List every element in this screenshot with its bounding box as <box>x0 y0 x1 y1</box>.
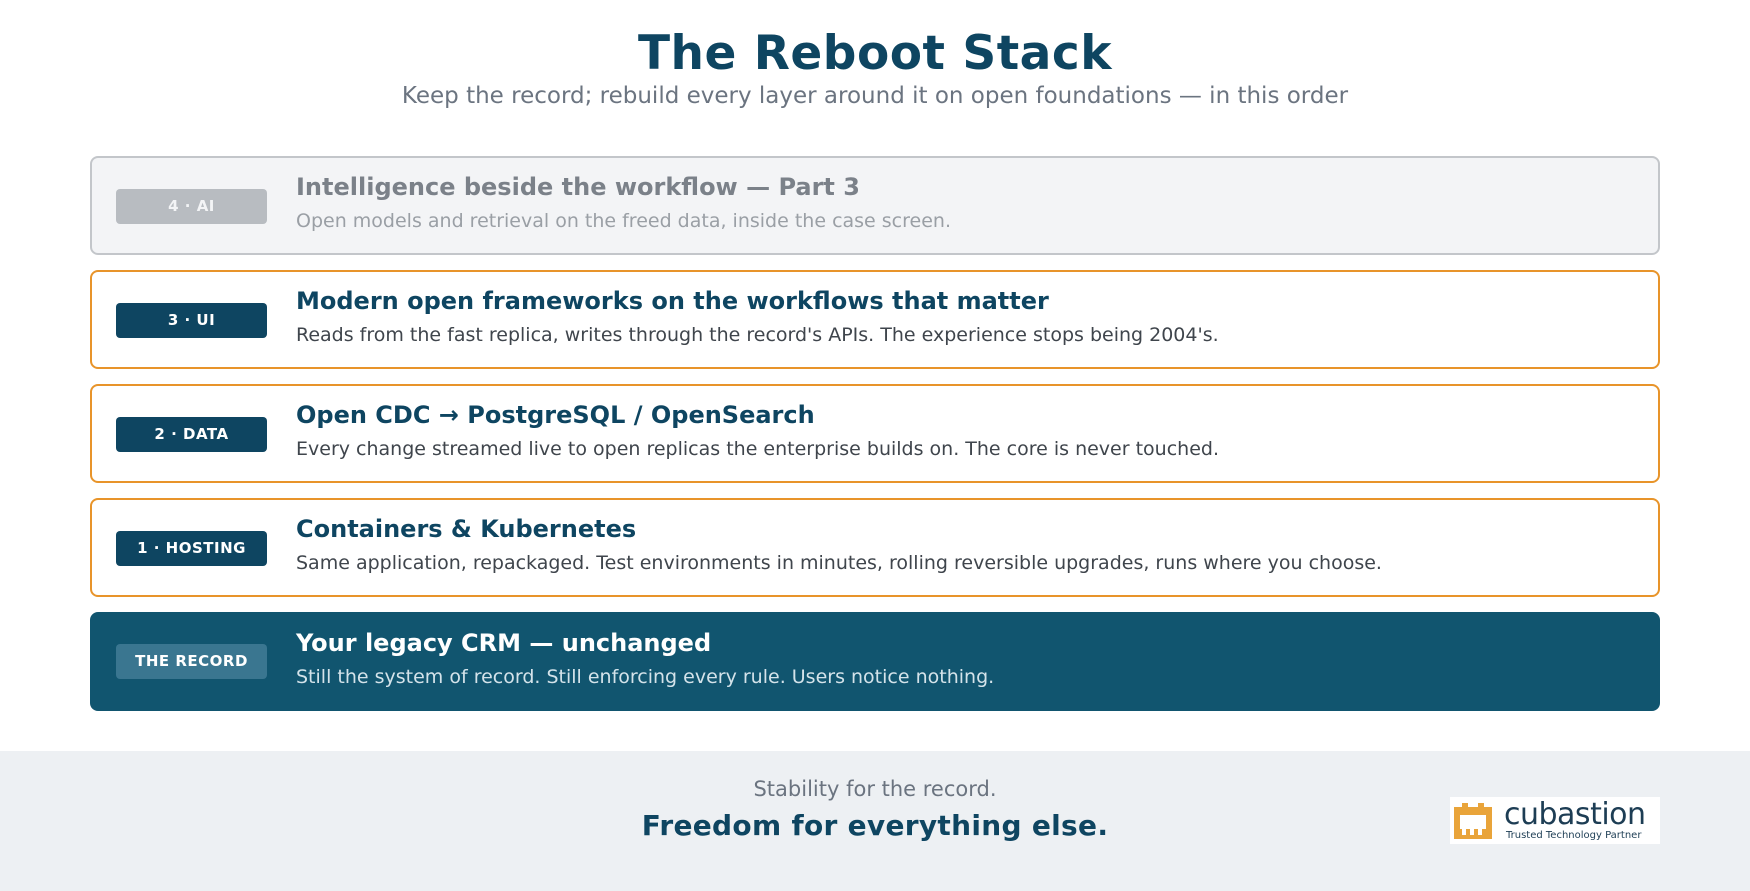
layer-description: Reads from the fast replica, writes thro… <box>296 324 1219 346</box>
layer-hosting: 1 · HOSTING Containers & Kubernetes Same… <box>90 498 1660 597</box>
layer-title: Your legacy CRM — unchanged <box>296 629 712 657</box>
layer-description: Open models and retrieval on the freed d… <box>296 210 951 232</box>
layer-description: Every change streamed live to open repli… <box>296 438 1219 460</box>
page-title: The Reboot Stack <box>637 26 1113 81</box>
company-logo: cubastion Trusted Technology Partner <box>1450 797 1660 844</box>
layer-description: Same application, repackaged. Test envir… <box>296 552 1382 574</box>
layer-ui: 3 · UI Modern open frameworks on the wor… <box>90 270 1660 369</box>
layer-record: THE RECORD Your legacy CRM — unchanged S… <box>90 612 1660 711</box>
layer-badge: 3 · UI <box>116 303 267 338</box>
page-subtitle: Keep the record; rebuild every layer aro… <box>401 83 1349 109</box>
layer-badge: 2 · DATA <box>116 417 267 452</box>
layer-badge: 1 · HOSTING <box>116 531 267 566</box>
logo-tagline: Trusted Technology Partner <box>1506 830 1642 841</box>
layer-title: Intelligence beside the workflow — Part … <box>296 173 860 201</box>
layer-data: 2 · DATA Open CDC → PostgreSQL / OpenSea… <box>90 384 1660 483</box>
logo-wordmark: cubastion <box>1504 797 1646 832</box>
layer-ai: 4 · AI Intelligence beside the workflow … <box>90 156 1660 255</box>
layer-title: Open CDC → PostgreSQL / OpenSearch <box>296 401 815 429</box>
layer-title: Containers & Kubernetes <box>296 515 637 543</box>
layer-badge: 4 · AI <box>116 189 267 224</box>
layer-badge: THE RECORD <box>116 644 267 679</box>
footer: Stability for the record. Freedom for ev… <box>0 751 1750 891</box>
layer-title: Modern open frameworks on the workflows … <box>296 287 1049 315</box>
layer-description: Still the system of record. Still enforc… <box>296 666 995 688</box>
cubastion-castle-icon <box>1454 803 1492 839</box>
